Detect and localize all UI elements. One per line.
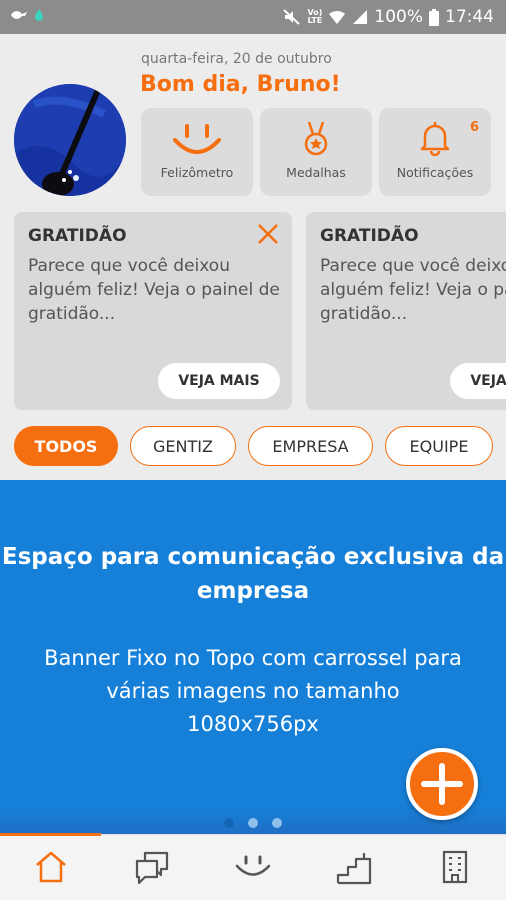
medalhas-label: Medalhas (286, 165, 346, 180)
app-screen: Vo) LTE 100% 17:44 quarta-feira, 20 de o… (0, 0, 506, 900)
gratitude-card: GRATIDÃO Parece que você deixou alguém f… (14, 212, 292, 410)
card-title: GRATIDÃO (320, 226, 419, 246)
medal-icon (301, 120, 331, 162)
header: quarta-feira, 20 de outubro Bom dia, Bru… (0, 34, 506, 204)
home-icon (35, 851, 66, 883)
notificacoes-label: Notificações (396, 165, 474, 180)
card-title: GRATIDÃO (28, 226, 127, 246)
bottom-navigation (0, 833, 506, 900)
wifi-icon (328, 9, 346, 25)
building-icon (442, 850, 467, 884)
nav-empresa[interactable] (404, 835, 505, 900)
carousel-dots (0, 818, 506, 828)
felizometro-tile[interactable]: Felizômetro (141, 108, 253, 196)
carousel-dot[interactable] (272, 818, 282, 828)
add-button[interactable] (406, 748, 478, 820)
app-notification-icon (10, 9, 28, 21)
carousel-dot[interactable] (224, 818, 234, 828)
filter-empresa[interactable]: EMPRESA (248, 426, 373, 466)
feed-filters: TODOS GENTIZ EMPRESA EQUIPE (0, 424, 506, 466)
smile-icon (171, 120, 223, 164)
medalhas-tile[interactable]: Medalhas (260, 108, 372, 196)
mute-icon (283, 9, 301, 25)
veja-mais-button[interactable]: VEJA MAIS (158, 363, 280, 399)
greeting: Bom dia, Bruno! (140, 72, 341, 97)
clock: 17:44 (445, 7, 494, 27)
current-date: quarta-feira, 20 de outubro (141, 51, 332, 67)
notificacoes-tile[interactable]: 6 Notificações (379, 108, 491, 196)
lte-icon: Vo) LTE (307, 8, 323, 25)
notification-count-badge: 6 (469, 120, 479, 135)
gratitude-card: GRATIDÃO Parece que você deixou alguém f… (306, 212, 506, 410)
signal-icon (352, 9, 368, 25)
banner-title: Espaço para comunicação exclusiva da emp… (1, 544, 505, 604)
filter-gentiz[interactable]: GENTIZ (130, 426, 236, 466)
filter-equipe[interactable]: EQUIPE (385, 426, 493, 466)
drop-notification-icon (34, 8, 44, 22)
veja-mais-button[interactable]: VEJA MAIS (450, 363, 506, 399)
nav-felizometro[interactable] (202, 835, 303, 900)
podium-icon (336, 853, 371, 885)
nav-ranking[interactable] (303, 835, 404, 900)
card-body: Parece que você deixou alguém feliz! Vej… (28, 256, 280, 324)
filter-todos[interactable]: TODOS (14, 426, 118, 466)
battery-percent: 100% (374, 7, 423, 27)
status-bar: Vo) LTE 100% 17:44 (0, 0, 506, 34)
nav-chat[interactable] (101, 835, 202, 900)
nav-home[interactable] (0, 835, 101, 900)
card-body: Parece que você deixou alguém feliz! Vej… (320, 256, 506, 324)
felizometro-label: Felizômetro (160, 165, 234, 180)
avatar[interactable] (14, 84, 126, 196)
smile-icon (235, 855, 270, 876)
battery-icon (429, 8, 439, 26)
close-icon[interactable] (256, 222, 280, 250)
carousel-dot[interactable] (248, 818, 258, 828)
banner-body: Banner Fixo no Topo com carrossel para v… (44, 646, 462, 736)
bell-icon (420, 120, 450, 160)
chat-icon (135, 851, 168, 885)
